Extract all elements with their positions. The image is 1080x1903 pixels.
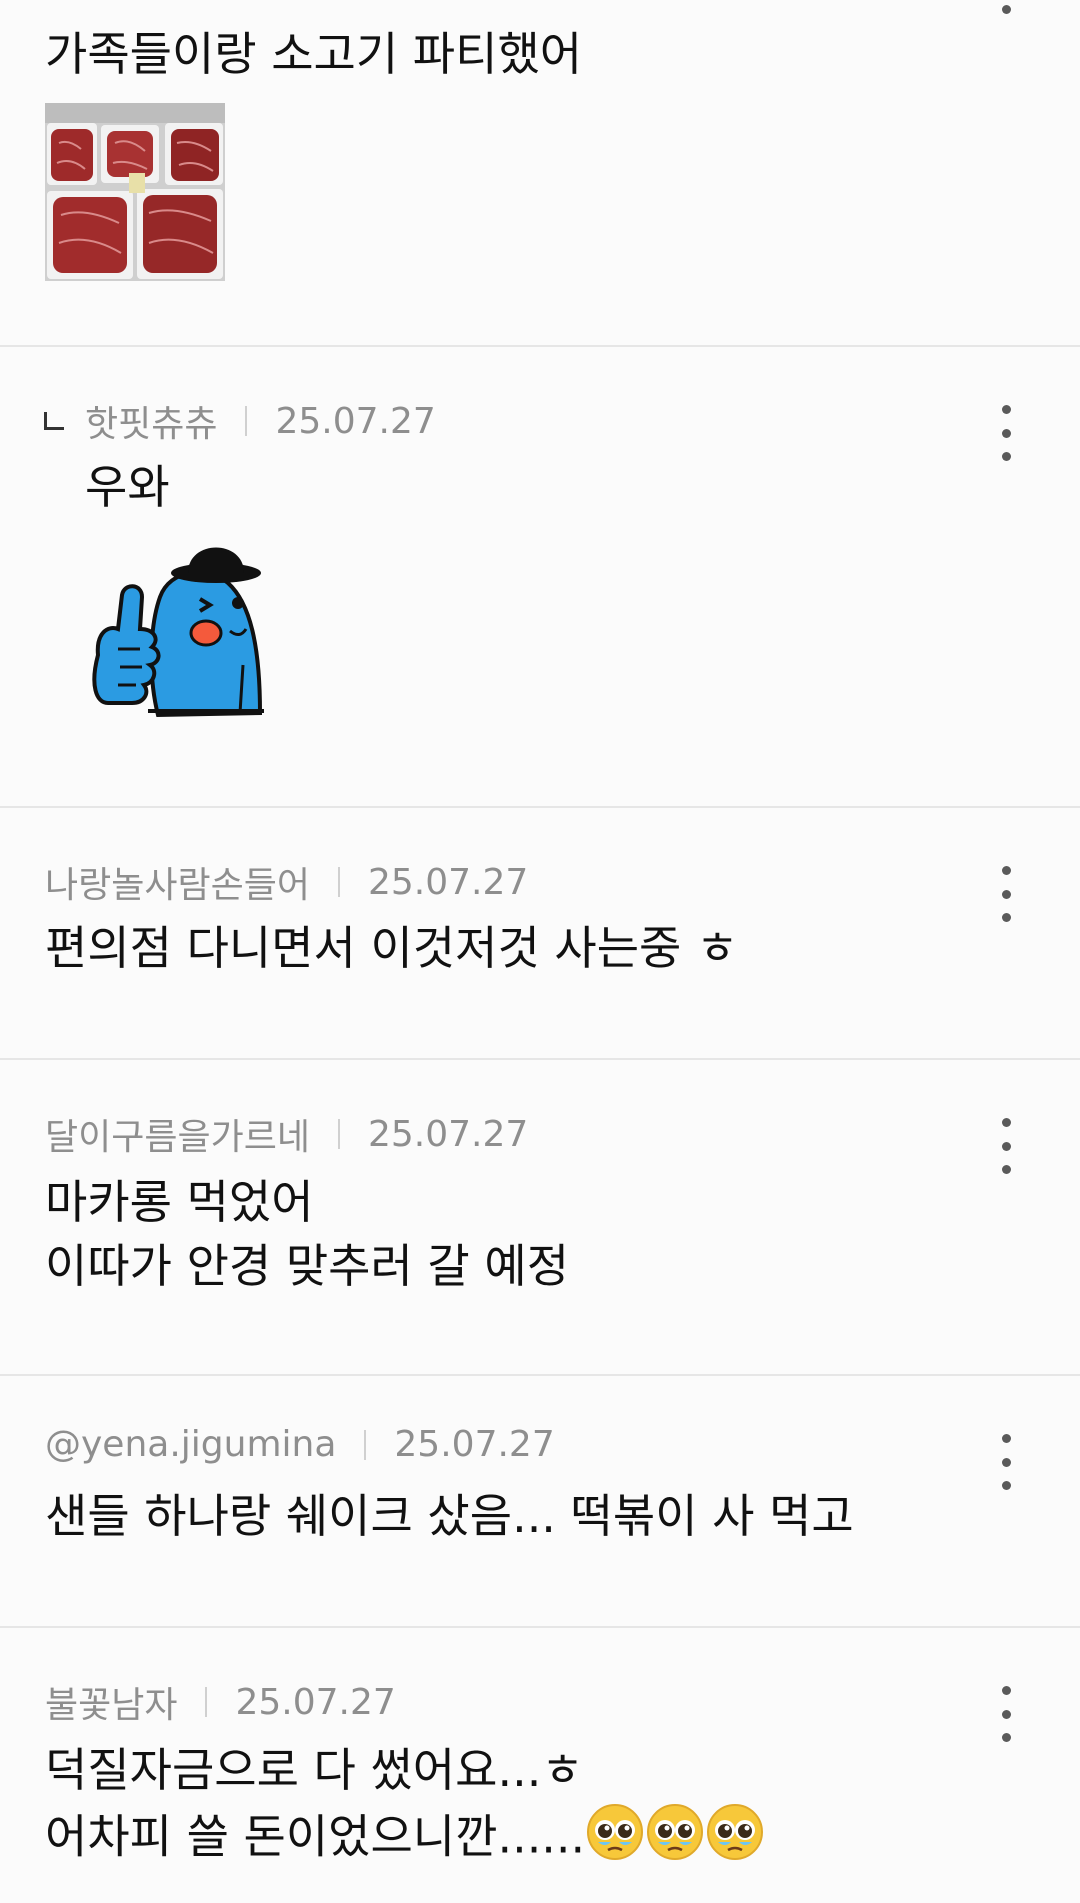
beef-photo[interactable] bbox=[45, 103, 225, 281]
comment-item: 가족들이랑 소고기 파티했어 bbox=[0, 0, 1080, 347]
meta-divider bbox=[337, 867, 340, 897]
meta-divider bbox=[337, 1119, 340, 1149]
dot-icon bbox=[1001, 428, 1011, 438]
comment-meta: 불꽃남자 25.07.27 bbox=[45, 1676, 396, 1728]
more-options-button[interactable] bbox=[988, 866, 1024, 922]
sticker-image bbox=[92, 547, 264, 718]
dot-icon bbox=[1001, 1733, 1011, 1742]
author-name[interactable]: 불꽃남자 bbox=[45, 1676, 177, 1728]
dot-icon bbox=[1001, 405, 1011, 414]
pleading-face-emoji bbox=[645, 1802, 705, 1878]
comment-meta: 나랑놀사람손들어 25.07.27 bbox=[45, 856, 528, 908]
more-options-button[interactable] bbox=[988, 0, 1024, 14]
comment-text: 가족들이랑 소고기 파티했어 bbox=[45, 27, 583, 81]
beef-packs-photo-image bbox=[45, 103, 225, 281]
dot-icon bbox=[1001, 1686, 1011, 1695]
comment-meta: 달이구름을가르네 25.07.27 bbox=[45, 1108, 528, 1160]
dot-icon bbox=[1001, 1118, 1011, 1127]
comment-item: 나랑놀사람손들어 25.07.27 편의점 다니면서 이것저것 사는중 ㅎ bbox=[0, 808, 1080, 1060]
dot-icon bbox=[1001, 913, 1011, 922]
more-options-button[interactable] bbox=[988, 405, 1024, 461]
comment-meta: @yena.jigumina 25.07.27 bbox=[45, 1424, 555, 1465]
meta-divider bbox=[205, 1687, 208, 1717]
comment-text-line: 이따가 안경 맞추러 갈 예정 bbox=[45, 1239, 570, 1293]
comment-text-line: 어차피 쓸 돈이었으니깐...... bbox=[45, 1809, 586, 1864]
dot-icon bbox=[1001, 1481, 1011, 1490]
more-options-button[interactable] bbox=[988, 1434, 1024, 1490]
comment-date: 25.07.27 bbox=[394, 1424, 555, 1465]
author-name[interactable]: 핫핏츄츄 bbox=[85, 395, 217, 447]
meta-divider bbox=[245, 406, 248, 436]
dot-icon bbox=[1001, 1165, 1011, 1174]
comment-item: 불꽃남자 25.07.27 덕질자금으로 다 썼어요...ㅎ 어차피 쓸 돈이었… bbox=[0, 1628, 1080, 1903]
meta-divider bbox=[364, 1429, 367, 1460]
dot-icon bbox=[1001, 1709, 1011, 1719]
comment-text-line: 덕질자금으로 다 썼어요...ㅎ bbox=[45, 1743, 584, 1797]
more-options-button[interactable] bbox=[988, 1118, 1024, 1174]
more-options-button[interactable] bbox=[988, 1686, 1024, 1742]
author-name[interactable]: @yena.jigumina bbox=[45, 1424, 336, 1465]
comment-text-line: 마카롱 먹었어 bbox=[45, 1175, 314, 1229]
pleading-face-emoji bbox=[585, 1802, 645, 1878]
dot-icon bbox=[1001, 452, 1011, 461]
dot-icon bbox=[1001, 1141, 1011, 1151]
dot-icon bbox=[1001, 866, 1011, 875]
pleading-face-emoji bbox=[705, 1802, 765, 1878]
comment-text: 편의점 다니면서 이것저것 사는중 ㅎ bbox=[45, 921, 739, 975]
dot-icon bbox=[1001, 1457, 1011, 1467]
author-name[interactable]: 나랑놀사람손들어 bbox=[45, 856, 310, 908]
blue-character-thumbs-up-sticker bbox=[88, 525, 293, 729]
comment-item: 달이구름을가르네 25.07.27 마카롱 먹었어 이따가 안경 맞추러 갈 예… bbox=[0, 1060, 1080, 1376]
comment-date: 25.07.27 bbox=[367, 861, 529, 903]
comment-text: 우와 bbox=[85, 460, 170, 514]
comment-date: 25.07.27 bbox=[367, 1113, 529, 1155]
dot-icon bbox=[1001, 1434, 1011, 1443]
dot-icon bbox=[1001, 5, 1011, 14]
reply-indicator-icon bbox=[44, 412, 64, 430]
comment-meta: 핫핏츄츄 25.07.27 bbox=[85, 395, 436, 447]
comment-date: 25.07.27 bbox=[275, 400, 436, 442]
comment-item: @yena.jigumina 25.07.27 샌들 하나랑 쉐이크 샀음...… bbox=[0, 1376, 1080, 1628]
comment-text: 샌들 하나랑 쉐이크 샀음... 떡볶이 사 먹고 bbox=[45, 1489, 854, 1543]
reply-comment-item: 핫핏츄츄 25.07.27 우와 bbox=[0, 347, 1080, 808]
dot-icon bbox=[1001, 889, 1011, 899]
comment-text-line-with-emoji: 어차피 쓸 돈이었으니깐...... bbox=[45, 1802, 765, 1878]
comment-date: 25.07.27 bbox=[235, 1681, 396, 1723]
author-name[interactable]: 달이구름을가르네 bbox=[45, 1108, 310, 1160]
